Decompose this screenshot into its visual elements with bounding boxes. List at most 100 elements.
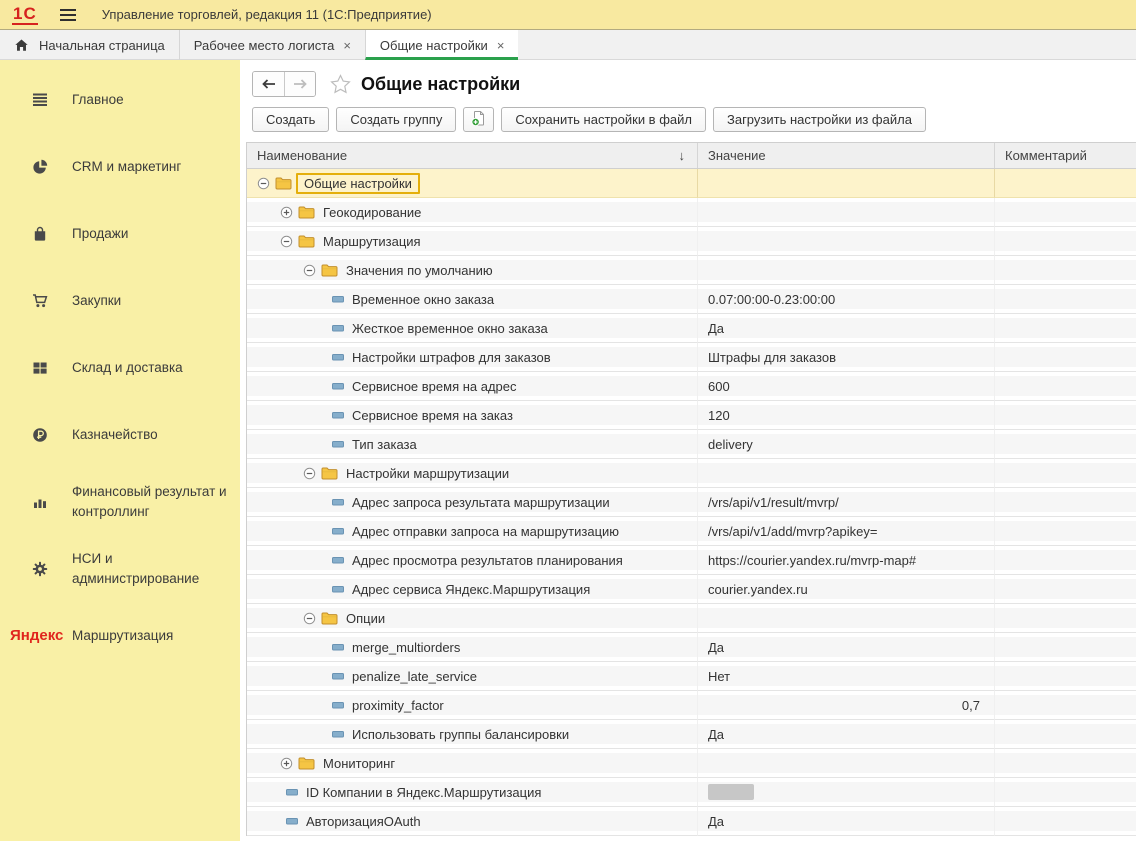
row-comment-cell[interactable] [995, 430, 1136, 459]
sidebar-item-finance[interactable]: Финансовый результат и контроллинг [0, 468, 240, 535]
column-header-value[interactable]: Значение [698, 143, 995, 168]
sidebar-item-warehouse[interactable]: Склад и доставка [0, 334, 240, 401]
create-button[interactable]: Создать [252, 107, 329, 132]
sidebar-item-nsi-admin[interactable]: НСИ и администрирование [0, 535, 240, 602]
row-value-cell[interactable] [698, 749, 995, 778]
row-comment-cell[interactable] [995, 749, 1136, 778]
row-value-cell[interactable]: Да [698, 314, 995, 343]
collapse-icon[interactable] [303, 264, 316, 277]
table-row[interactable]: Общие настройки [247, 169, 1136, 198]
row-value-cell[interactable] [698, 604, 995, 633]
forward-button[interactable] [284, 72, 315, 96]
row-value-cell[interactable]: delivery [698, 430, 995, 459]
table-row[interactable]: Маршрутизация [247, 227, 1136, 256]
table-row[interactable]: Опции [247, 604, 1136, 633]
row-comment-cell[interactable] [995, 227, 1136, 256]
table-row[interactable]: ID Компании в Яндекс.Маршрутизация [247, 778, 1136, 807]
save-settings-button[interactable]: Сохранить настройки в файл [501, 107, 706, 132]
row-value-cell[interactable]: Да [698, 633, 995, 662]
table-row[interactable]: Сервисное время на адрес600 [247, 372, 1136, 401]
column-header-comment[interactable]: Комментарий [995, 143, 1136, 168]
row-value-cell[interactable]: 600 [698, 372, 995, 401]
row-comment-cell[interactable] [995, 459, 1136, 488]
collapse-icon[interactable] [257, 177, 270, 190]
table-row[interactable]: Тип заказаdelivery [247, 430, 1136, 459]
table-row[interactable]: penalize_late_serviceНет [247, 662, 1136, 691]
table-row[interactable]: Адрес запроса результата маршрутизации/v… [247, 488, 1136, 517]
table-row[interactable]: Жесткое временное окно заказаДа [247, 314, 1136, 343]
row-comment-cell[interactable] [995, 575, 1136, 604]
tab-home[interactable]: Начальная страница [0, 30, 179, 60]
row-value-cell[interactable]: Нет [698, 662, 995, 691]
row-value-cell[interactable]: /vrs/api/v1/result/mvrp/ [698, 488, 995, 517]
row-comment-cell[interactable] [995, 488, 1136, 517]
row-value-cell[interactable]: /vrs/api/v1/add/mvrp?apikey= [698, 517, 995, 546]
row-comment-cell[interactable] [995, 198, 1136, 227]
sidebar-item-routing[interactable]: Яндекс Маршрутизация [0, 602, 240, 669]
row-value-cell[interactable]: Да [698, 807, 995, 836]
back-button[interactable] [253, 72, 284, 96]
table-row[interactable]: Мониторинг [247, 749, 1136, 778]
row-value-cell[interactable]: Да [698, 720, 995, 749]
row-comment-cell[interactable] [995, 691, 1136, 720]
create-group-button[interactable]: Создать группу [336, 107, 456, 132]
close-icon[interactable]: × [497, 39, 505, 52]
table-row[interactable]: Использовать группы балансировкиДа [247, 720, 1136, 749]
table-row[interactable]: proximity_factor0,7 [247, 691, 1136, 720]
row-comment-cell[interactable] [995, 604, 1136, 633]
table-row[interactable]: Адрес просмотра результатов планирования… [247, 546, 1136, 575]
collapse-icon[interactable] [303, 467, 316, 480]
table-row[interactable]: Настройки маршрутизации [247, 459, 1136, 488]
row-value-cell[interactable] [698, 227, 995, 256]
row-value-cell[interactable] [698, 778, 995, 807]
column-header-name[interactable]: Наименование ↓ [247, 143, 698, 168]
copy-item-button[interactable] [463, 107, 494, 132]
row-comment-cell[interactable] [995, 807, 1136, 836]
row-comment-cell[interactable] [995, 662, 1136, 691]
table-row[interactable]: merge_multiordersДа [247, 633, 1136, 662]
row-value-cell[interactable]: Штрафы для заказов [698, 343, 995, 372]
row-comment-cell[interactable] [995, 517, 1136, 546]
collapse-icon[interactable] [280, 235, 293, 248]
row-value-cell[interactable]: 120 [698, 401, 995, 430]
table-row[interactable]: Временное окно заказа0.07:00:00-0.23:00:… [247, 285, 1136, 314]
sidebar-item-treasury[interactable]: Казначейство [0, 401, 240, 468]
row-value-cell[interactable] [698, 459, 995, 488]
row-comment-cell[interactable] [995, 285, 1136, 314]
row-comment-cell[interactable] [995, 401, 1136, 430]
row-value-cell[interactable] [698, 169, 995, 198]
row-value-cell[interactable]: 0.07:00:00-0.23:00:00 [698, 285, 995, 314]
favorite-star-icon[interactable] [330, 74, 351, 94]
row-comment-cell[interactable] [995, 169, 1136, 198]
row-value-cell[interactable]: 0,7 [698, 691, 995, 720]
row-comment-cell[interactable] [995, 546, 1136, 575]
sidebar-item-main[interactable]: Главное [0, 66, 240, 133]
row-comment-cell[interactable] [995, 343, 1136, 372]
row-value-cell[interactable]: https://courier.yandex.ru/mvrp-map# [698, 546, 995, 575]
tab-logist-workplace[interactable]: Рабочее место логиста × [179, 30, 365, 60]
table-row[interactable]: АвторизацияOAuthДа [247, 807, 1136, 836]
row-comment-cell[interactable] [995, 720, 1136, 749]
row-comment-cell[interactable] [995, 372, 1136, 401]
row-value-cell[interactable]: courier.yandex.ru [698, 575, 995, 604]
table-row[interactable]: Адрес сервиса Яндекс.Маршрутизацияcourie… [247, 575, 1136, 604]
main-menu-icon[interactable] [60, 9, 76, 21]
table-row[interactable]: Геокодирование [247, 198, 1136, 227]
row-comment-cell[interactable] [995, 314, 1136, 343]
table-row[interactable]: Сервисное время на заказ120 [247, 401, 1136, 430]
sidebar-item-sales[interactable]: Продажи [0, 200, 240, 267]
sidebar-item-purchases[interactable]: Закупки [0, 267, 240, 334]
row-comment-cell[interactable] [995, 633, 1136, 662]
table-row[interactable]: Значения по умолчанию [247, 256, 1136, 285]
close-icon[interactable]: × [343, 39, 351, 52]
row-value-cell[interactable] [698, 198, 995, 227]
table-row[interactable]: Настройки штрафов для заказовШтрафы для … [247, 343, 1136, 372]
row-value-cell[interactable] [698, 256, 995, 285]
expand-icon[interactable] [280, 757, 293, 770]
expand-icon[interactable] [280, 206, 293, 219]
load-settings-button[interactable]: Загрузить настройки из файла [713, 107, 926, 132]
sidebar-item-crm[interactable]: CRM и маркетинг [0, 133, 240, 200]
tab-general-settings[interactable]: Общие настройки × [365, 30, 519, 60]
table-row[interactable]: Адрес отправки запроса на маршрутизацию/… [247, 517, 1136, 546]
row-comment-cell[interactable] [995, 778, 1136, 807]
